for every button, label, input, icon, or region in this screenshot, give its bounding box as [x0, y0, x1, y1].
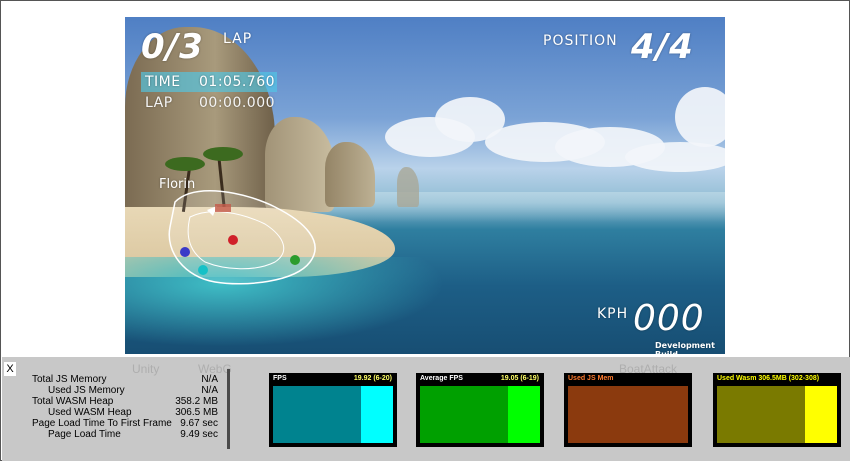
graph-value: 19.92 (6-20) — [353, 375, 392, 382]
racer-marker — [290, 255, 300, 265]
player-name: Florin — [159, 177, 196, 192]
lap-time-value: 00:00.000 — [199, 95, 276, 111]
speed-label: KPH — [597, 306, 629, 322]
racer-marker — [228, 235, 238, 245]
memory-label: Used WASM Heap — [48, 407, 132, 418]
memory-row: Used WASM Heap 306.5 MB — [32, 407, 218, 418]
graph-title: Used JS Mem — [568, 375, 614, 382]
graph-plot — [717, 386, 837, 443]
speed-value: 000 — [633, 298, 705, 339]
graph-value: 19.05 (6-19) — [500, 375, 539, 382]
graph-plot — [420, 386, 540, 443]
graph-plot — [568, 386, 688, 443]
perf-graph: Average FPS 19.05 (6-19) — [416, 373, 544, 447]
graph-title: Used Wasm 306.5MB (302-308) — [717, 375, 820, 382]
graph-title: Average FPS — [420, 375, 463, 382]
memory-scrollbar[interactable] — [227, 369, 230, 449]
memory-label: Page Load Time To First Frame — [32, 418, 172, 429]
cloud — [675, 87, 725, 147]
race-time: TIME 01:05.760 — [141, 72, 277, 92]
memory-label: Total JS Memory — [32, 374, 107, 385]
lap-label: LAP — [223, 31, 253, 47]
time-value: 01:05.760 — [199, 74, 276, 90]
lap-counter: 0/3 — [141, 27, 204, 67]
memory-value: 9.67 sec — [180, 418, 218, 429]
memory-value: 358.2 MB — [175, 396, 218, 407]
graph-fill-bar — [507, 386, 540, 443]
racer-marker — [198, 265, 208, 275]
graph-plot — [273, 386, 393, 443]
close-stats-button[interactable]: X — [4, 362, 16, 376]
palm-leaves — [203, 147, 243, 161]
memory-value: 9.49 sec — [180, 429, 218, 440]
memory-row: Total JS Memory N/A — [32, 374, 218, 385]
cliff — [397, 167, 419, 207]
memory-table: Total JS Memory N/A Used JS Memory N/A Total… — [32, 374, 218, 440]
time-label: TIME — [145, 74, 181, 90]
memory-label: Used JS Memory — [48, 385, 125, 396]
perf-graph: Used JS Mem — [564, 373, 692, 447]
memory-value: N/A — [201, 374, 218, 385]
perf-graph: FPS 19.92 (6-20) — [269, 373, 397, 447]
graph-fill-bar — [804, 386, 837, 443]
game-canvas[interactable]: 0/3 LAP TIME 01:05.760 LAP 00:00.000 POSIT… — [125, 17, 725, 354]
memory-value: 306.5 MB — [175, 407, 218, 418]
memory-label: Total WASM Heap — [32, 396, 114, 407]
memory-row: Used JS Memory N/A — [32, 385, 218, 396]
memory-value: N/A — [201, 385, 218, 396]
memory-row: Total WASM Heap 358.2 MB — [32, 396, 218, 407]
memory-row: Page Load Time To First Frame 9.67 sec — [32, 418, 218, 429]
position-label: POSITION — [543, 33, 618, 49]
memory-label: Page Load Time — [48, 429, 121, 440]
page-frame: 0/3 LAP TIME 01:05.760 LAP 00:00.000 POSIT… — [0, 0, 850, 461]
position-value: 4/4 — [631, 27, 694, 67]
lap-time: LAP 00:00.000 — [145, 95, 275, 111]
racer-marker — [180, 247, 190, 257]
stats-panel: X Unity WebG BoatAttack Total JS Memory N… — [2, 357, 850, 461]
cloud — [625, 142, 725, 172]
memory-row: Page Load Time 9.49 sec — [32, 429, 218, 440]
lap-time-label: LAP — [145, 95, 173, 111]
graph-fill-bar — [360, 386, 393, 443]
track-minimap — [168, 190, 316, 285]
palm-leaves — [165, 157, 205, 171]
graph-title: FPS — [273, 375, 287, 382]
perf-graph: Used Wasm 306.5MB (302-308) — [713, 373, 841, 447]
development-build-label: Development Build — [655, 341, 715, 354]
